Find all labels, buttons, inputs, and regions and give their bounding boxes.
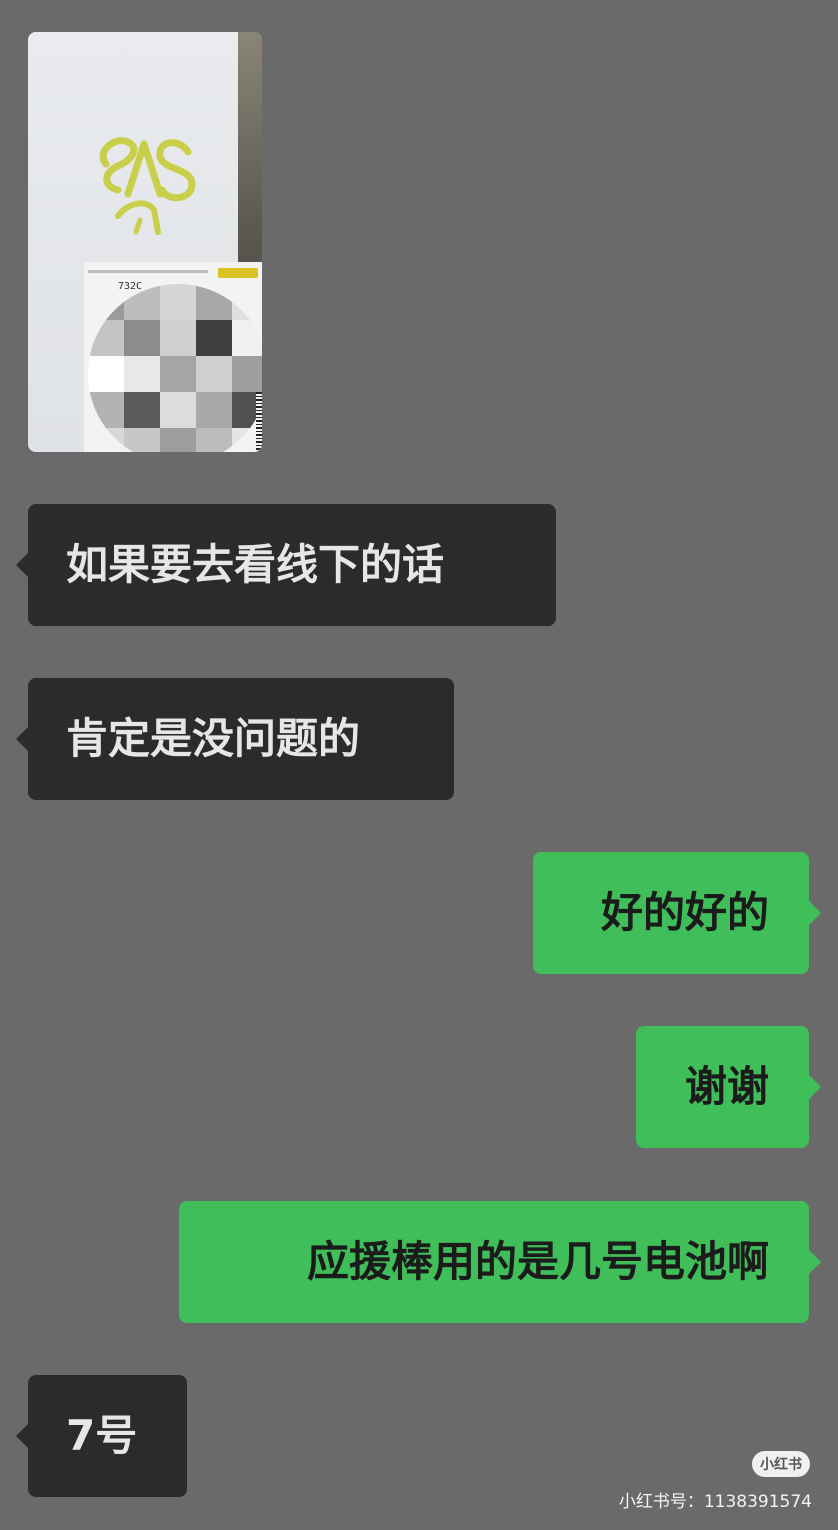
message-text: 如果要去看线下的话 [66, 540, 445, 589]
privacy-mosaic [88, 284, 262, 452]
label-text-line [88, 270, 208, 273]
label-yellow-tag [218, 268, 258, 278]
message-text: 肯定是没问题的 [66, 714, 361, 763]
outgoing-message-bubble[interactable]: 应援棒用的是几号电池啊 [179, 1201, 821, 1323]
xiaohongshu-logo: 小红书 [752, 1451, 810, 1477]
photo-message[interactable]: 732C [28, 32, 262, 452]
message-text: 应援棒用的是几号电池啊 [306, 1237, 769, 1286]
incoming-message-bubble[interactable]: 如果要去看线下的话 [16, 504, 556, 626]
brand-logo [99, 137, 196, 235]
message-text: 谢谢 [684, 1062, 769, 1111]
incoming-message-bubble[interactable]: 7号 [16, 1375, 187, 1497]
message-text: 7号 [66, 1411, 138, 1460]
watermark-account-id: 小红书号：1138391574 [618, 1492, 812, 1512]
message-text: 好的好的 [600, 888, 769, 937]
outgoing-message-bubble[interactable]: 好的好的 [533, 852, 821, 974]
label-code: 732C [118, 281, 143, 292]
barcode [256, 392, 262, 452]
incoming-message-bubble[interactable]: 肯定是没问题的 [16, 678, 454, 800]
outgoing-message-bubble[interactable]: 谢谢 [636, 1026, 821, 1148]
